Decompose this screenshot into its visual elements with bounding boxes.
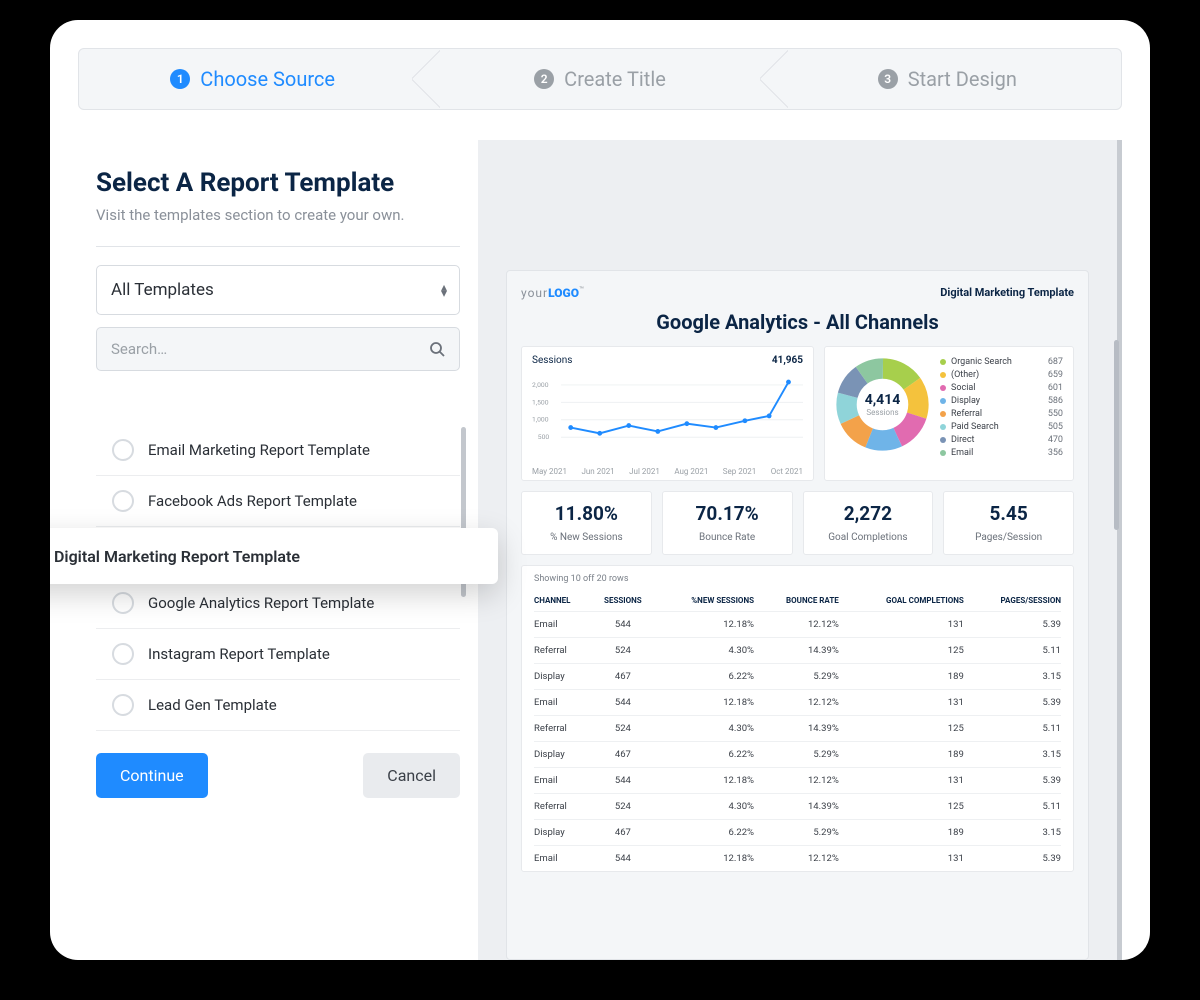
selected-template-label: Digital Marketing Report Template [54,547,300,566]
stats-row: 11.80%% New Sessions70.17%Bounce Rate2,2… [521,491,1074,555]
table-row: Display4676.22%5.29%1893.15 [534,664,1061,690]
list-item-label: Email Marketing Report Template [148,441,370,459]
select-value: All Templates [111,280,214,300]
radio-icon [112,592,134,614]
table-row: Referral5244.30%14.39%1255.11 [534,716,1061,742]
panel-subtitle: Visit the templates section to create yo… [96,206,460,224]
step-label: Choose Source [200,67,335,91]
preview-pane: yourLOGO™ Digital Marketing Template Goo… [478,140,1122,960]
radio-icon [112,694,134,716]
table-row: Display4676.22%5.29%1893.15 [534,742,1061,768]
chart-label: Sessions [532,355,572,366]
table-row: Email54412.18%12.12%1315.39 [534,612,1061,638]
step-label: Create Title [564,67,666,91]
radio-icon [112,643,134,665]
table-row-count: Showing 10 off 20 rows [534,574,1061,584]
legend-item: Email356 [940,448,1063,458]
channels-table: Showing 10 off 20 rows CHANNELSESSIONS%N… [521,565,1074,872]
legend-item: Direct470 [940,435,1063,445]
list-item-label: Google Analytics Report Template [148,594,374,612]
table-row: Email54412.18%12.12%1315.39 [534,768,1061,794]
legend-item: (Other)659 [940,370,1063,380]
list-item-label: Instagram Report Template [148,645,330,663]
stat-card: 11.80%% New Sessions [521,491,652,555]
divider [96,246,460,247]
panel-title: Select A Report Template [96,168,460,198]
list-item[interactable]: Lead Gen Template [96,680,460,731]
stat-card: 70.17%Bounce Rate [662,491,793,555]
svg-text:1,000: 1,000 [532,416,549,424]
legend-item: Display586 [940,396,1063,406]
donut-label: Sessions [866,408,898,417]
donut-total: 4,414 [865,392,901,408]
list-item-label: Lead Gen Template [148,696,277,714]
sessions-line-chart: Sessions41,965 2,0001,5001,000500 May 2 [521,346,814,481]
app-window: 1 Choose Source 2 Create Title 3 Start D… [50,20,1150,960]
template-filter-select[interactable]: All Templates ▴▾ [96,265,460,315]
continue-button[interactable]: Continue [96,753,208,798]
preview-template-name: Digital Marketing Template [940,286,1074,299]
updown-icon: ▴▾ [441,284,445,296]
wizard-stepper: 1 Choose Source 2 Create Title 3 Start D… [78,48,1122,110]
radio-icon [112,490,134,512]
legend-item: Organic Search687 [940,357,1063,367]
step-number: 2 [534,69,554,89]
search-icon [429,341,445,357]
table-row: Display4676.22%5.29%1893.15 [534,820,1061,846]
cancel-button[interactable]: Cancel [363,753,460,798]
search-placeholder: Search… [111,340,167,358]
donut-legend: Organic Search687 (Other)659 Social601 Disp… [940,357,1063,470]
table-row: Email54412.18%12.12%1315.39 [534,846,1061,872]
svg-text:500: 500 [538,433,550,441]
step-start-design[interactable]: 3 Start Design [774,49,1121,109]
donut-icon: 4,414Sessions [835,357,930,452]
stat-card: 2,272Goal Completions [803,491,934,555]
list-item[interactable]: Instagram Report Template [96,629,460,680]
template-search-input[interactable]: Search… [96,327,460,371]
step-label: Start Design [908,67,1017,91]
preview-title: Google Analytics - All Channels [521,310,1074,334]
radio-icon [112,439,134,461]
line-chart-svg: 2,000 1,500 1,000 500 [532,366,803,461]
report-preview: yourLOGO™ Digital Marketing Template Goo… [506,270,1089,960]
svg-text:2,000: 2,000 [532,381,549,389]
list-item[interactable]: Facebook Ads Report Template [96,476,460,527]
legend-item: Paid Search505 [940,422,1063,432]
step-number: 3 [878,69,898,89]
table-row: Referral5244.30%14.39%1255.11 [534,794,1061,820]
table-row: Referral5244.30%14.39%1255.11 [534,638,1061,664]
table-row: Email54412.18%12.12%1315.39 [534,690,1061,716]
legend-item: Social601 [940,383,1063,393]
svg-text:1,500: 1,500 [532,398,549,406]
chart-total: 41,965 [772,355,803,366]
scrollbar-thumb[interactable] [1114,340,1119,530]
selected-template-card[interactable]: Digital Marketing Report Template [50,528,498,584]
list-item[interactable]: Google Analytics Report Template [96,578,460,629]
step-number: 1 [170,69,190,89]
list-item-label: Facebook Ads Report Template [148,492,357,510]
channels-donut-chart: 4,414Sessions Organic Search687 (Other)65… [824,346,1074,481]
step-create-title[interactable]: 2 Create Title [426,49,773,109]
list-item[interactable]: Email Marketing Report Template [96,425,460,476]
preview-logo: yourLOGO™ [521,285,585,300]
stat-card: 5.45Pages/Session [943,491,1074,555]
step-choose-source[interactable]: 1 Choose Source [79,49,426,109]
legend-item: Referral550 [940,409,1063,419]
x-axis: May 2021Jun 2021Jul 2021Aug 2021Sep 2021… [532,467,803,476]
